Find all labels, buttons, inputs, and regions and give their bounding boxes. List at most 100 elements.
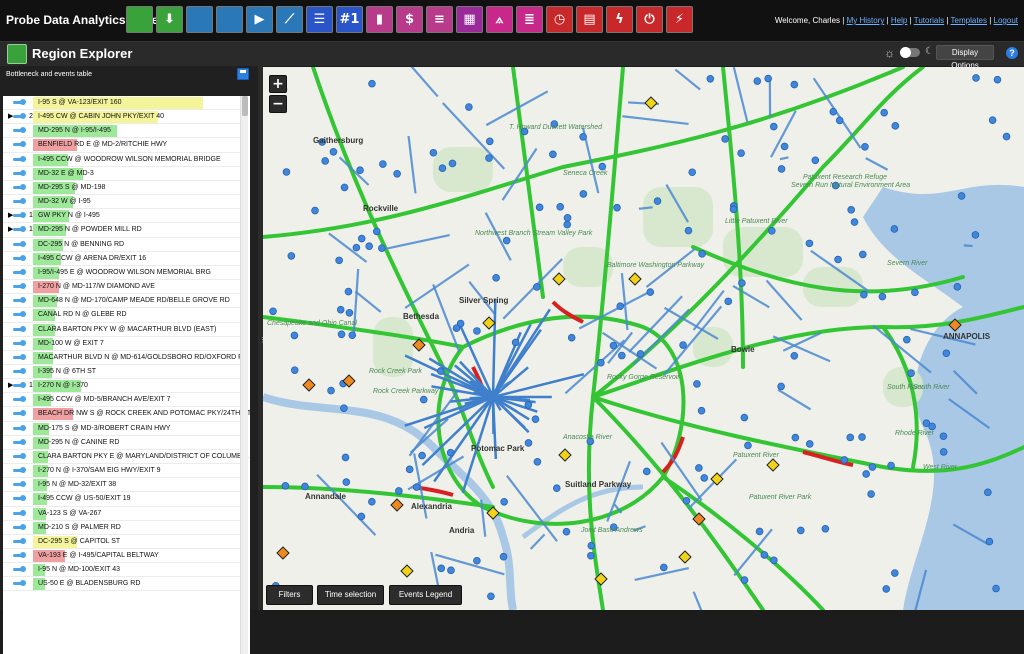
table-row[interactable]: MACARTHUR BLVD N @ MD-614/GOLDSBORO RD/O… — [3, 351, 241, 365]
download-app[interactable]: ⬇ — [156, 6, 183, 33]
locate-pin-icon[interactable] — [13, 129, 23, 132]
table-row[interactable]: CLARA BARTON PKY E @ MARYLAND/DISTRICT O… — [3, 450, 241, 464]
table-row[interactable]: MD-32 E @ MD-3 — [3, 167, 241, 181]
table-row[interactable]: ▶1GW PKY N @ I-495 — [3, 209, 241, 223]
save-icon[interactable] — [237, 68, 249, 80]
my-history-link[interactable]: My History — [847, 16, 885, 25]
dashboard-app[interactable]: ▤ — [576, 6, 603, 33]
help-link[interactable]: Help — [891, 16, 907, 25]
lightning-app[interactable]: ⚡ — [666, 6, 693, 33]
table-row[interactable]: ▶1I-270 N @ I-370 — [3, 379, 241, 393]
map-canvas[interactable]: GaithersburgRockvilleBethesdaSilver Spri… — [263, 67, 1024, 610]
locate-pin-icon[interactable] — [13, 214, 23, 217]
zoom-out-button[interactable]: − — [269, 95, 287, 113]
locate-pin-icon[interactable] — [13, 101, 23, 104]
locate-pin-icon[interactable] — [13, 469, 23, 472]
data-downloader-app[interactable]: ≡ — [426, 6, 453, 33]
table-row[interactable]: I-495 CCW @ WOODROW WILSON MEMORIAL BRID… — [3, 153, 241, 167]
zoom-in-button[interactable]: + — [269, 75, 287, 93]
clock-app[interactable]: ◷ — [546, 6, 573, 33]
ranking-app[interactable]: ☰ — [306, 6, 333, 33]
table-row[interactable]: DC-295 S @ CAPITOL ST — [3, 535, 241, 549]
locate-pin-icon[interactable] — [13, 512, 23, 515]
locate-pin-icon[interactable] — [13, 497, 23, 500]
locate-pin-icon[interactable] — [13, 328, 23, 331]
trend-map-app[interactable] — [216, 6, 243, 33]
congestion-scan-app[interactable] — [186, 6, 213, 33]
locate-pin-icon[interactable] — [13, 158, 23, 161]
table-scrollbar[interactable] — [240, 96, 248, 654]
usa-map-app[interactable]: ▦ — [456, 6, 483, 33]
table-row[interactable]: BEACH DR NW S @ ROCK CREEK AND POTOMAC P… — [3, 407, 241, 421]
table-row[interactable]: ▶1MD-295 N @ POWDER MILL RD — [3, 223, 241, 237]
power-app[interactable]: ⏻ — [636, 6, 663, 33]
table-row[interactable]: MD-295 N @ I-95/I-495 — [3, 124, 241, 138]
table-row[interactable]: CLARA BARTON PKY W @ MACARTHUR BLVD (EAS… — [3, 323, 241, 337]
table-row[interactable]: I-495 CCW @ MD-5/BRANCH AVE/EXIT 7 — [3, 393, 241, 407]
locate-pin-icon[interactable] — [13, 370, 23, 373]
table-row[interactable]: DC-295 N @ BENNING RD — [3, 238, 241, 252]
help-icon[interactable]: ? — [1006, 47, 1018, 59]
theme-toggle[interactable] — [900, 48, 920, 57]
graph-app[interactable]: ⟑ — [486, 6, 513, 33]
table-row[interactable]: I-95 N @ MD-32/EXIT 38 — [3, 478, 241, 492]
display-options-button[interactable]: Display Options — [936, 45, 994, 60]
table-row[interactable]: MD-32 W @ I-95 — [3, 195, 241, 209]
locate-pin-icon[interactable] — [13, 186, 23, 189]
locate-pin-icon[interactable] — [13, 441, 23, 444]
locate-pin-icon[interactable] — [13, 398, 23, 401]
table-row[interactable]: MD-648 N @ MD-170/CAMP MEADE RD/BELLE GR… — [3, 294, 241, 308]
table-row[interactable]: I-95/I-495 E @ WOODROW WILSON MEMORIAL B… — [3, 266, 241, 280]
map-view[interactable]: GaithersburgRockvilleBethesdaSilver Spri… — [263, 67, 1024, 610]
locate-pin-icon[interactable] — [13, 285, 23, 288]
table-row[interactable]: I-495 CCW @ US-50/EXIT 19 — [3, 492, 241, 506]
table-row[interactable]: US-50 E @ BLADENSBURG RD — [3, 577, 241, 591]
video-app[interactable]: ▶ — [246, 6, 273, 33]
locate-pin-icon[interactable] — [13, 455, 23, 458]
locate-pin-icon[interactable] — [13, 540, 23, 543]
locate-pin-icon[interactable] — [13, 412, 23, 415]
locate-pin-icon[interactable] — [13, 384, 23, 387]
locate-pin-icon[interactable] — [13, 526, 23, 529]
scroll-thumb[interactable] — [242, 96, 248, 116]
bottleneck-ranking-app[interactable]: #1 — [336, 6, 363, 33]
locate-pin-icon[interactable] — [13, 568, 23, 571]
table-row[interactable]: MD-210 S @ PALMER RD — [3, 521, 241, 535]
time-selection-button[interactable]: Time selection — [317, 585, 384, 605]
table-row[interactable]: I-270 N @ I-370/SAM EIG HWY/EXIT 9 — [3, 464, 241, 478]
logout-link[interactable]: Logout — [994, 16, 1018, 25]
table-row[interactable]: ▶2I-495 CW @ CABIN JOHN PKY/EXIT 40 — [3, 110, 241, 124]
region-explorer-app[interactable] — [126, 6, 153, 33]
locate-pin-icon[interactable] — [13, 299, 23, 302]
locate-pin-icon[interactable] — [13, 143, 23, 146]
table-row[interactable]: I-495 CCW @ ARENA DR/EXIT 16 — [3, 252, 241, 266]
table-row[interactable]: VA-123 S @ VA-267 — [3, 507, 241, 521]
locate-pin-icon[interactable] — [13, 554, 23, 557]
table-row[interactable]: CANAL RD N @ GLEBE RD — [3, 308, 241, 322]
user-delay-cost-app[interactable]: $ — [396, 6, 423, 33]
events-legend-button[interactable]: Events Legend — [389, 585, 462, 605]
table-row[interactable]: VA-193 E @ I-495/CAPITAL BELTWAY — [3, 549, 241, 563]
table-row[interactable]: I-95 S @ VA-123/EXIT 160 — [3, 96, 241, 110]
performance-charts-app[interactable]: ⟋ — [276, 6, 303, 33]
report-app[interactable]: ≣ — [516, 6, 543, 33]
locate-pin-icon[interactable] — [13, 115, 23, 118]
locate-pin-icon[interactable] — [13, 427, 23, 430]
signal-app[interactable]: ϟ — [606, 6, 633, 33]
locate-pin-icon[interactable] — [13, 200, 23, 203]
tutorials-link[interactable]: Tutorials — [914, 16, 944, 25]
table-row[interactable]: MD-295 S @ MD-198 — [3, 181, 241, 195]
locate-pin-icon[interactable] — [13, 356, 23, 359]
locate-pin-icon[interactable] — [13, 342, 23, 345]
filters-button[interactable]: Filters — [266, 585, 313, 605]
table-row[interactable]: I-395 N @ 6TH ST — [3, 365, 241, 379]
table-row[interactable]: MD-100 W @ EXIT 7 — [3, 337, 241, 351]
locate-pin-icon[interactable] — [13, 271, 23, 274]
table-row[interactable]: MD-295 N @ CANINE RD — [3, 436, 241, 450]
locate-pin-icon[interactable] — [13, 243, 23, 246]
locate-pin-icon[interactable] — [13, 257, 23, 260]
locate-pin-icon[interactable] — [13, 313, 23, 316]
bar-chart-app[interactable]: ▮ — [366, 6, 393, 33]
table-row[interactable]: MD-175 S @ MD-3/ROBERT CRAIN HWY — [3, 422, 241, 436]
table-row[interactable]: BENFIELD RD E @ MD-2/RITCHIE HWY — [3, 138, 241, 152]
